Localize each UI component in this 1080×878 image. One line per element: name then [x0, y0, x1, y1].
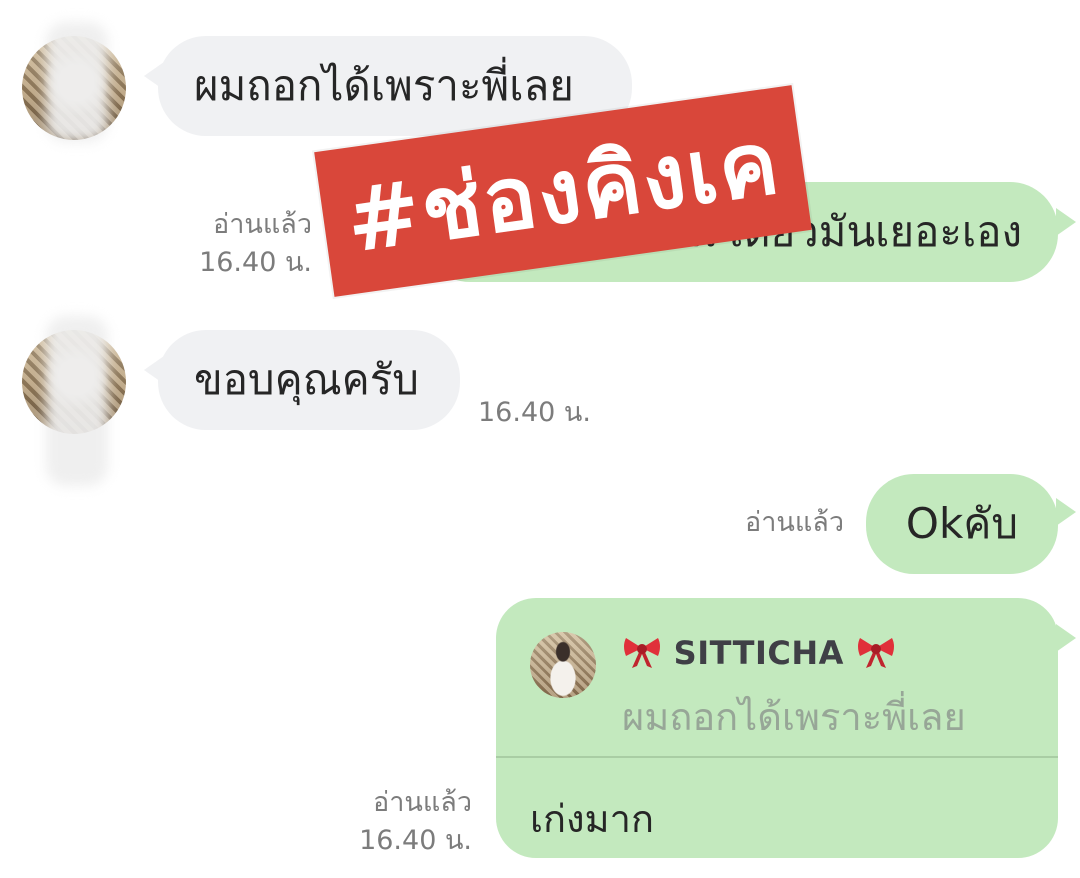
quoted-sender-avatar	[530, 632, 596, 698]
message-text: เก่งมาก	[530, 797, 654, 841]
message-bubble-incoming[interactable]: ขอบคุณครับ	[158, 330, 460, 430]
message-text: Okคับ	[905, 499, 1019, 548]
message-bubble-outgoing[interactable]: Okคับ	[866, 474, 1058, 574]
message-time: 16.40 น.	[199, 247, 312, 278]
bubble-tail	[1056, 624, 1076, 652]
message-text: ผมถอกได้เพราะพี่เลย	[194, 61, 574, 110]
message-meta: อ่านแล้ว 16.40 น.	[330, 784, 472, 860]
reply-message-bubble[interactable]: SITTICHA ผมถอกได้เพราะพี่เลย เก่งมาก	[496, 598, 1058, 858]
avatar-blur-overlay	[46, 22, 108, 142]
read-receipt: อ่านแล้ว	[745, 507, 844, 538]
read-receipt: อ่านแล้ว	[373, 787, 472, 818]
read-receipt: อ่านแล้ว	[213, 209, 312, 240]
quoted-sender-name: SITTICHA	[673, 634, 844, 672]
ribbon-bow-icon	[857, 638, 894, 668]
quoted-message-text: ผมถอกได้เพราะพี่เลย	[622, 695, 966, 739]
message-time: 16.40 น.	[478, 397, 591, 428]
bubble-tail	[1056, 208, 1076, 236]
message-text: ขอบคุณครับ	[194, 355, 419, 404]
message-meta: อ่านแล้ว 16.40 น.	[170, 206, 312, 282]
avatar-blur-overlay	[46, 316, 108, 486]
bubble-tail	[1056, 498, 1076, 526]
reply-divider	[496, 756, 1058, 758]
ribbon-bow-icon	[624, 638, 660, 668]
quoted-sender: SITTICHA	[622, 634, 896, 672]
message-time: 16.40 น.	[359, 825, 472, 856]
